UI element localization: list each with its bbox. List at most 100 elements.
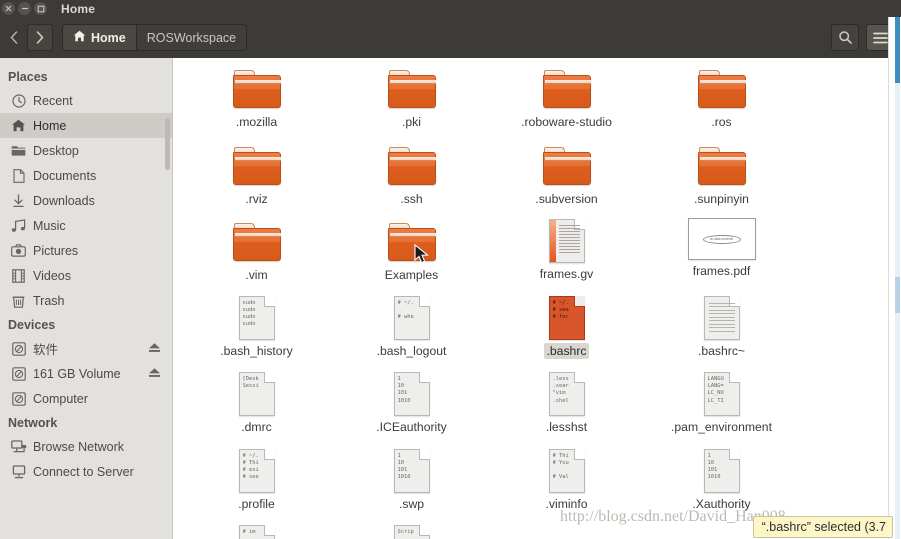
file-item[interactable]: sudo sudo sudo sudo .bash_history [179,291,334,368]
file-item[interactable]: # ~/. # Thi # exi # see .profile [179,444,334,521]
sidebar-item-downloads[interactable]: Downloads [0,188,172,213]
file-item[interactable]: .bashrc~ [644,291,799,368]
sidebar-item-label: Connect to Server [33,464,134,479]
sidebar-item-home[interactable]: Home [0,113,172,138]
breadcrumb-item-rosworkspace[interactable]: ROSWorkspace [137,25,246,50]
sidebar-item-documents[interactable]: Documents [0,163,172,188]
file-item[interactable]: Scrip [334,520,489,539]
navigation-buttons [1,24,53,51]
file-name-label: .bashrc [543,342,590,359]
disc-icon [10,341,27,357]
desktop-folder-icon [10,143,27,159]
sidebar-scrollbar[interactable] [165,58,171,539]
sidebar-item-desktop[interactable]: Desktop [0,138,172,163]
file-item[interactable]: [Desk Sessi .dmrc [179,367,334,444]
file-item[interactable]: .subversion [489,138,644,215]
search-icon[interactable] [831,24,859,51]
file-item[interactable]: .less .sear "vim .shel .lesshst [489,367,644,444]
file-item[interactable]: .roboware-studio [489,61,644,138]
file-item[interactable]: .pki [334,61,489,138]
eject-icon[interactable] [148,367,161,381]
file-name-label: .bash_logout [376,343,447,358]
sidebar-item-label: Recent [33,93,73,108]
file-item[interactable]: 1 10 101 1010 .ICEauthority [334,367,489,444]
back-button[interactable] [1,24,27,51]
window-title: Home [61,1,96,16]
trash-icon [10,293,27,309]
file-item[interactable]: .ssh [334,138,489,215]
sidebar-item-browse-network[interactable]: Browse Network [0,434,172,459]
breadcrumb-item-home[interactable]: Home [63,25,137,50]
window-controls [0,2,47,15]
file-name-label: frames.gv [539,267,594,281]
file-name-label: .subversion [535,191,598,206]
text-file-icon: 1 10 101 1010 [703,448,740,493]
status-badge: “.bashrc” selected (3.7 [752,516,893,538]
text-file-icon: # ~/. # Thi # exi # see [238,448,275,493]
text-file-icon: Scrip [393,525,430,539]
sidebar-item-label: Documents [33,168,97,183]
eject-icon[interactable] [148,342,161,356]
file-name-label: .bash_history [220,343,293,358]
file-item[interactable]: # ~/. # whe .bash_logout [334,291,489,368]
file-name-label: .ICEauthority [376,420,447,434]
scrollbar-thumb[interactable] [895,17,900,83]
file-icon-holder [697,142,746,188]
file-item[interactable]: no data received frames.pdf [644,214,799,291]
file-icon-holder [387,218,436,264]
file-name-label: .profile [238,496,275,511]
sidebar-item-connect-to-server[interactable]: Connect to Server [0,459,172,484]
text-file-icon: LANGU LANG= LC_NU LC_TI [703,372,740,416]
file-item[interactable]: # ~/. # see # for .bashrc [489,291,644,368]
forward-button[interactable] [27,24,53,51]
sidebar-item-recent[interactable]: Recent [0,88,172,113]
sidebar-item-label: Home [33,118,67,133]
sidebar-item-computer[interactable]: Computer [0,386,172,411]
close-icon[interactable] [2,2,15,15]
pdf-thumbnail-icon: no data received [687,218,756,260]
file-item[interactable]: 1 10 101 1010 .swp [334,444,489,521]
file-item[interactable]: # im [179,520,334,539]
sidebar-item-label: Trash [33,293,65,308]
file-item[interactable]: frames.gv [489,214,644,291]
file-icon-holder: LANGU LANG= LC_NU LC_TI [703,371,740,416]
file-item[interactable]: .vim [179,214,334,291]
watermark: http://blog.csdn.net/David_Han008 [560,508,786,525]
file-icon-holder: # ~/. # see # for [548,295,585,340]
sidebar[interactable]: Places Recent Home Desktop Documents Download… [0,58,173,539]
folder-icon [697,65,746,111]
minimize-icon[interactable] [18,2,31,15]
file-name-label: .lesshst [545,420,588,434]
file-item[interactable]: .sunpinyin [644,138,799,215]
sidebar-item-[interactable]: 软件 [0,336,172,361]
sidebar-item-label: 软件 [33,343,59,357]
text-file-icon: # Thi # You # Val [548,448,585,493]
film-icon [10,268,27,284]
file-name-label: Examples [384,268,439,282]
sidebar-section-title: Network [8,416,58,430]
text-file-icon [703,295,740,340]
disc-icon [10,391,27,407]
sidebar-item-161-gb-volume[interactable]: 161 GB Volume [0,361,172,386]
file-list-view[interactable]: .mozilla .pki .roboware-studio .ros .rviz .ss… [174,58,888,539]
maximize-icon[interactable] [34,2,47,15]
sidebar-item-trash[interactable]: Trash [0,288,172,313]
file-item[interactable]: .rviz [179,138,334,215]
file-item[interactable]: .mozilla [179,61,334,138]
sidebar-item-label: Pictures [33,243,79,258]
file-item[interactable]: Examples [334,214,489,291]
file-icon-holder: 1 10 101 1010 [393,371,430,416]
file-item[interactable]: .ros [644,61,799,138]
vertical-scrollbar[interactable] [888,17,901,539]
folder-icon [387,218,436,264]
sidebar-item-videos[interactable]: Videos [0,263,172,288]
shell-script-file-icon: # ~/. # see # for [548,295,585,340]
sidebar-item-pictures[interactable]: Pictures [0,238,172,263]
home-icon [73,30,86,45]
file-item[interactable]: LANGU LANG= LC_NU LC_TI .pam_environment [644,367,799,444]
sidebar-scrollbar-thumb[interactable] [165,118,170,170]
folder-icon [542,142,591,188]
sidebar-item-music[interactable]: Music [0,213,172,238]
file-name-label: .ros [711,115,732,129]
home-icon [10,118,27,134]
